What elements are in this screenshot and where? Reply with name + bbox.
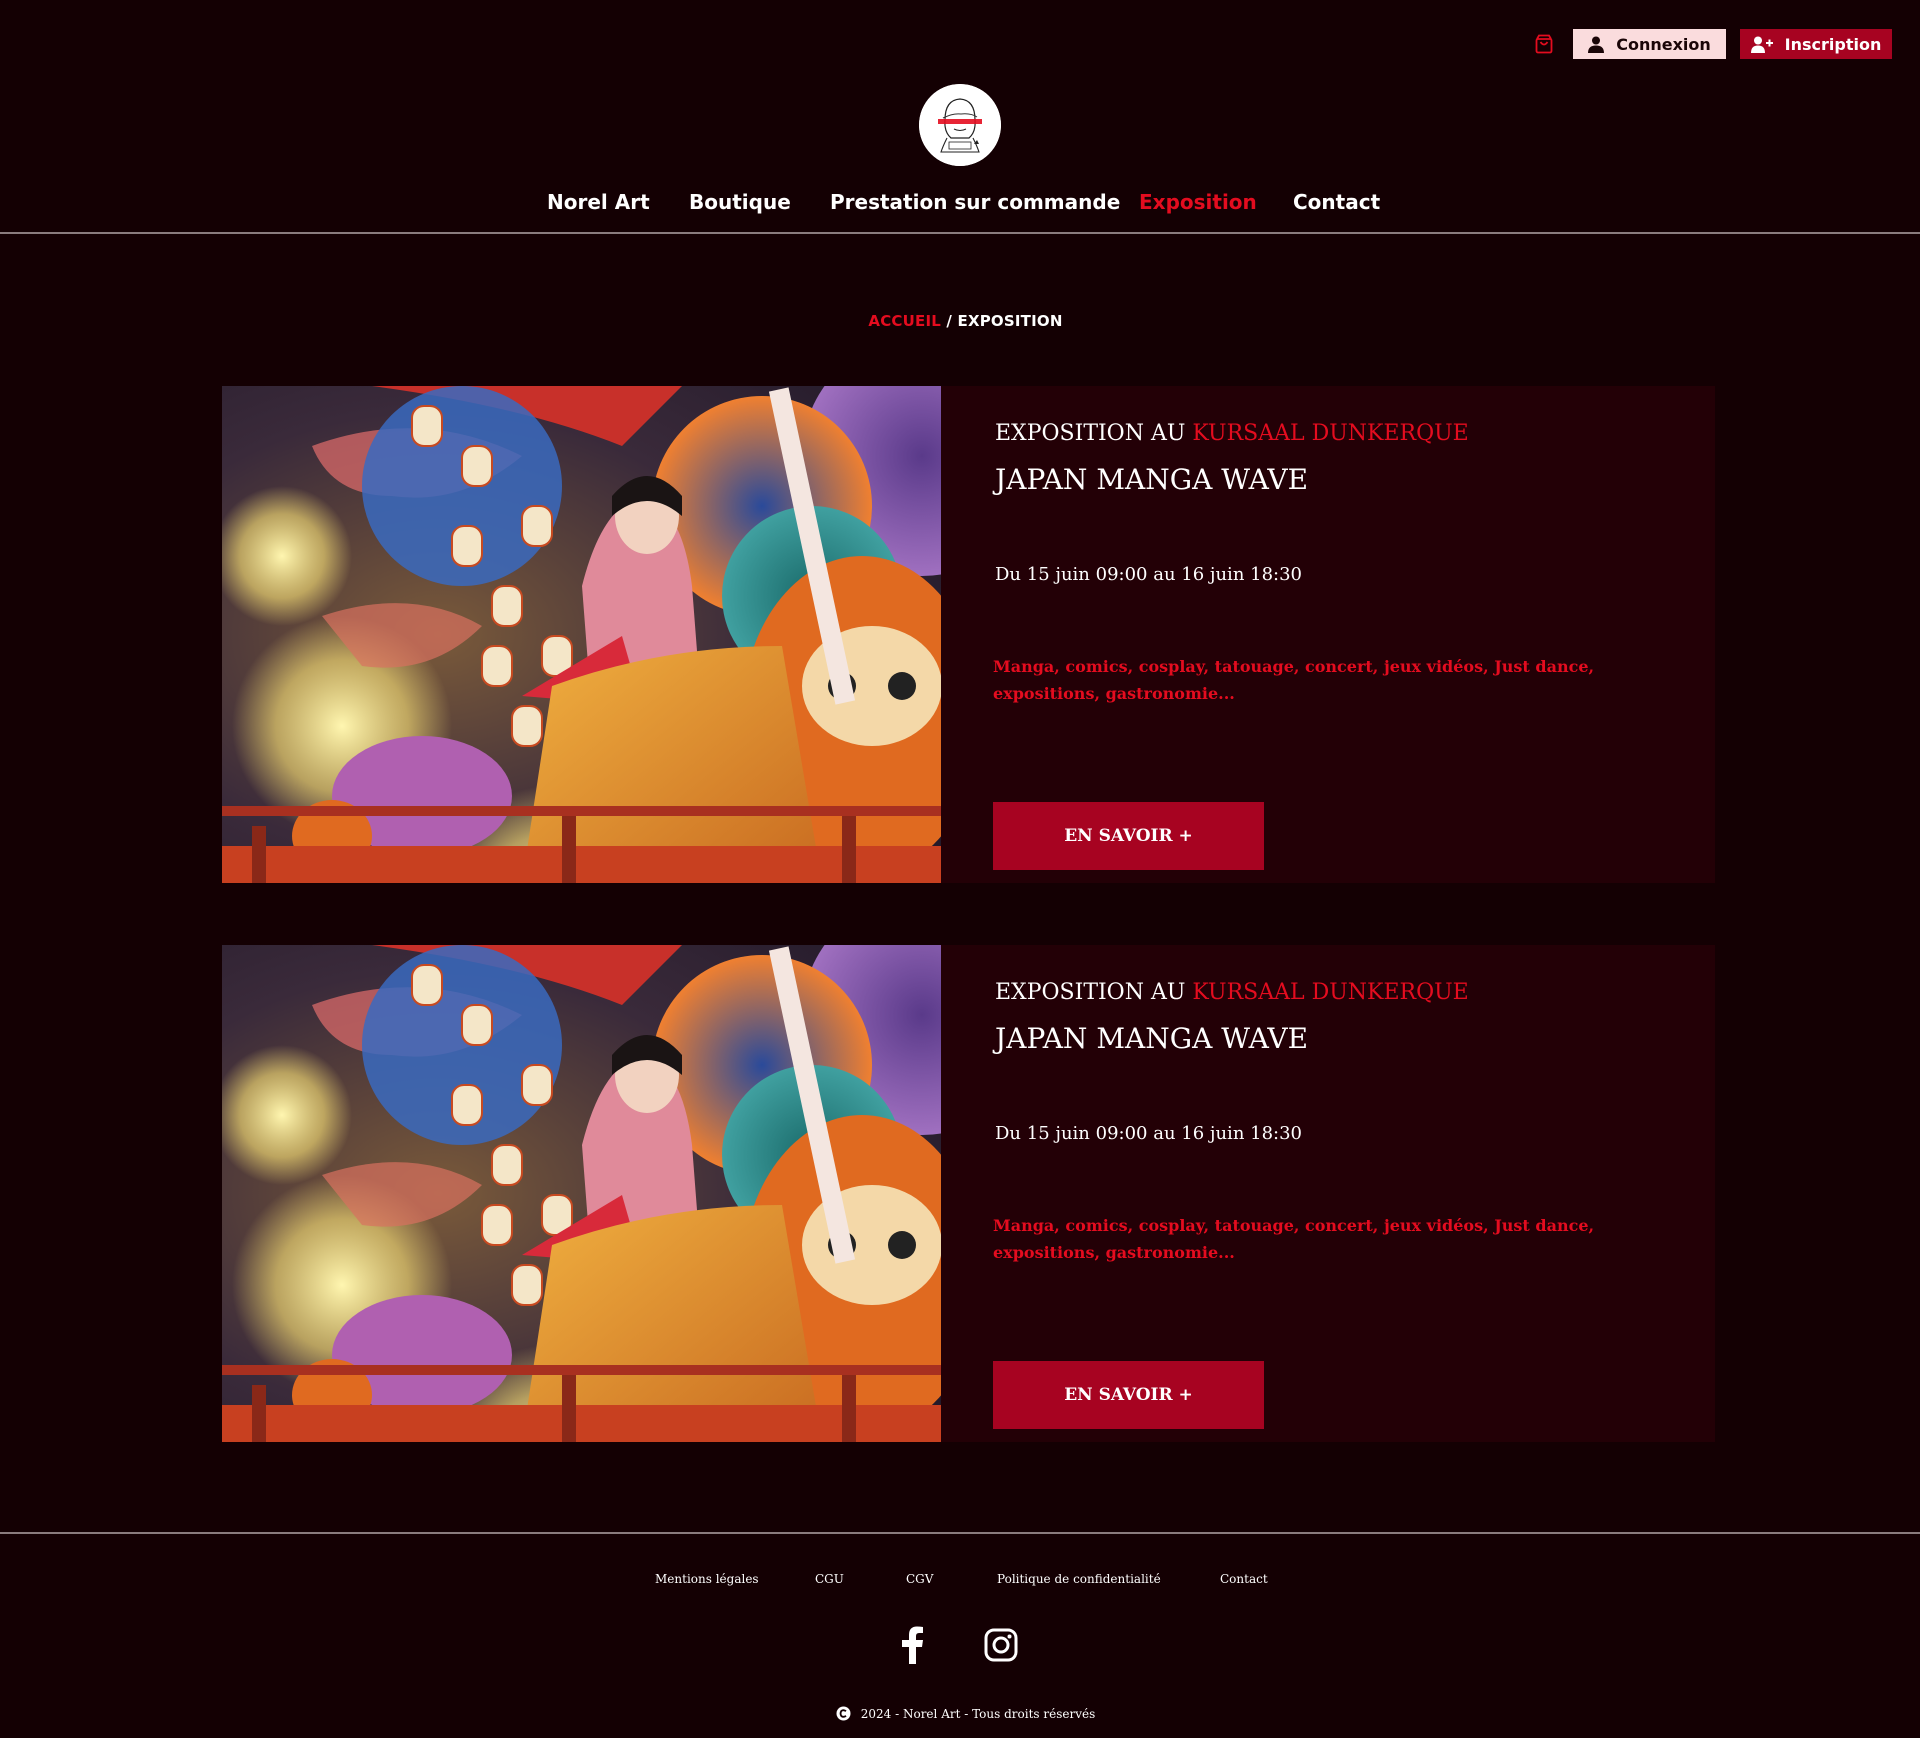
login-label: Connexion <box>1616 34 1711 54</box>
breadcrumb-home[interactable]: ACCUEIL <box>868 312 941 330</box>
exhibition-card: EXPOSITION AU KURSAAL DUNKERQUE JAPAN MA… <box>222 945 1715 1442</box>
breadcrumb: ACCUEIL / EXPOSITION <box>0 312 1920 330</box>
exhibition-description: Manga, comics, cosplay, tatouage, concer… <box>993 657 1595 703</box>
copyright: 2024 - Norel Art - Tous droits réservés <box>0 1706 1920 1721</box>
exhibition-dates: Du 15 juin 09:00 au 16 juin 18:30 <box>995 1123 1303 1144</box>
facebook-icon <box>902 1626 923 1664</box>
exhibition-place: KURSAAL DUNKERQUE <box>1192 421 1469 446</box>
nav-item-contact[interactable]: Contact <box>1293 190 1380 214</box>
exhibition-kicker: EXPOSITION AU KURSAAL DUNKERQUE <box>995 421 1469 446</box>
logo-mark <box>919 84 1001 166</box>
main-nav: Norel Art Boutique Prestation sur comman… <box>0 190 1920 220</box>
exhibition-dates: Du 15 juin 09:00 au 16 juin 18:30 <box>995 564 1303 585</box>
exhibition-title: JAPAN MANGA WAVE <box>995 463 1309 496</box>
footer-link-contact[interactable]: Contact <box>1220 1572 1268 1586</box>
cart-button[interactable] <box>1533 33 1555 55</box>
footer-link-privacy[interactable]: Politique de confidentialité <box>997 1572 1161 1586</box>
breadcrumb-separator: / <box>941 312 958 330</box>
learn-more-button[interactable]: EN SAVOIR + <box>993 802 1264 870</box>
footer-link-mentions-legales[interactable]: Mentions légales <box>655 1572 759 1586</box>
user-icon <box>1588 36 1605 53</box>
site-logo[interactable] <box>919 84 1001 166</box>
exhibition-kicker: EXPOSITION AU KURSAAL DUNKERQUE <box>995 980 1469 1005</box>
footer-link-cgv[interactable]: CGV <box>906 1572 933 1586</box>
signup-button[interactable]: Inscription <box>1740 29 1892 59</box>
kicker-prefix: EXPOSITION AU <box>995 421 1193 446</box>
instagram-link[interactable] <box>984 1626 1018 1666</box>
signup-label: Inscription <box>1784 34 1882 54</box>
exhibition-image[interactable] <box>222 945 941 1442</box>
exhibition-title: JAPAN MANGA WAVE <box>995 1022 1309 1055</box>
nav-item-norel-art[interactable]: Norel Art <box>547 190 650 214</box>
header-divider <box>0 232 1920 234</box>
facebook-link[interactable] <box>898 1626 926 1668</box>
user-plus-icon <box>1750 36 1773 53</box>
login-button[interactable]: Connexion <box>1573 29 1726 59</box>
exhibition-card: EXPOSITION AU KURSAAL DUNKERQUE JAPAN MA… <box>222 386 1715 883</box>
nav-item-exposition[interactable]: Exposition <box>1139 190 1257 214</box>
nav-item-prestation[interactable]: Prestation sur commande <box>830 190 1120 214</box>
copyright-text: 2024 - Norel Art - Tous droits réservés <box>860 1706 1096 1721</box>
exhibition-image[interactable] <box>222 386 941 883</box>
breadcrumb-current: EXPOSITION <box>957 312 1063 330</box>
instagram-icon <box>984 1628 1018 1662</box>
copyright-icon <box>836 1706 851 1721</box>
kicker-prefix: EXPOSITION AU <box>995 980 1193 1005</box>
exhibition-info: EXPOSITION AU KURSAAL DUNKERQUE JAPAN MA… <box>993 945 1715 1442</box>
footer-link-cgu[interactable]: CGU <box>815 1572 844 1586</box>
exhibition-place: KURSAAL DUNKERQUE <box>1192 980 1469 1005</box>
footer-divider <box>0 1532 1920 1534</box>
shopping-bag-icon <box>1535 34 1553 54</box>
exhibition-info: EXPOSITION AU KURSAAL DUNKERQUE JAPAN MA… <box>993 386 1715 883</box>
exhibition-description: Manga, comics, cosplay, tatouage, concer… <box>993 1216 1595 1262</box>
account-actions: Connexion Inscription <box>1533 29 1892 59</box>
nav-item-boutique[interactable]: Boutique <box>689 190 791 214</box>
geisha-illustration <box>222 386 941 883</box>
geisha-illustration <box>222 945 941 1442</box>
learn-more-button[interactable]: EN SAVOIR + <box>993 1361 1264 1429</box>
